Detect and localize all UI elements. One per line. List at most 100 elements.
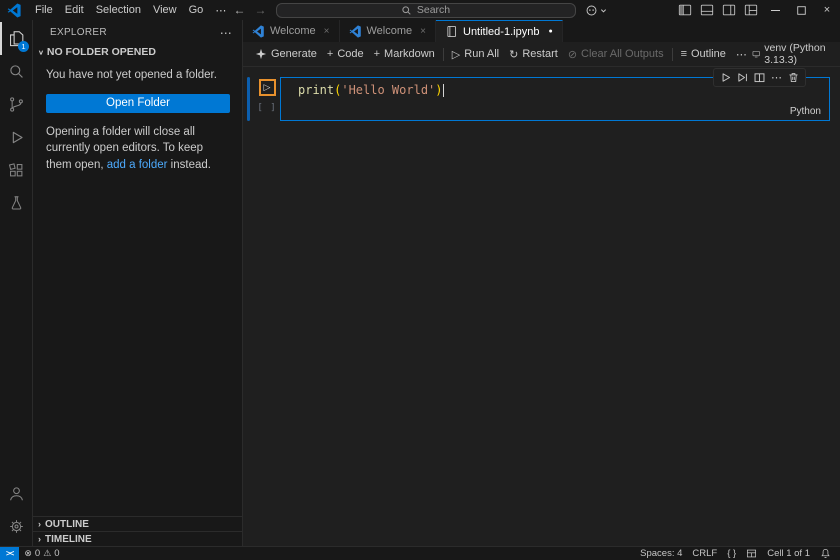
kernel-picker[interactable]: venv (Python 3.13.3) [752,42,832,66]
run-cell-button[interactable]: ▷ [258,79,276,96]
customize-layout-icon[interactable] [740,0,762,20]
gear-icon [9,520,23,533]
menu-file[interactable]: File [29,3,59,17]
menu-selection[interactable]: Selection [90,3,147,17]
toggle-secondary-sidebar-icon[interactable] [718,0,740,20]
run-below-icon[interactable] [736,71,749,84]
search-placeholder: Search [416,4,451,16]
titlebar-actions: × [674,0,840,20]
eol-indicator[interactable]: CRLF [687,548,722,559]
restart-label: Restart [522,48,558,60]
section-timeline[interactable]: › TIMELINE [33,531,242,546]
tab-untitled-notebook[interactable]: Untitled-1.ipynb ● [436,20,563,42]
section-outline[interactable]: › OUTLINE [33,516,242,531]
explorer-sidebar: EXPLORER ⋯ ∨ NO FOLDER OPENED You have n… [33,20,243,546]
source-control-icon [9,97,23,112]
remote-indicator[interactable]: >< [0,547,20,560]
outline-label: Outline [691,48,726,60]
navigate-forward-icon[interactable]: → [255,3,267,17]
copilot-button[interactable] [585,4,607,17]
tab-welcome-1[interactable]: Welcome × [243,20,340,42]
minimize-button[interactable] [762,0,788,20]
delete-cell-icon[interactable] [787,71,800,84]
activitybar-extensions[interactable] [0,154,32,187]
outline-list-icon: ≡ [680,48,687,60]
problems-indicator[interactable]: ⊗ 0 ⚠ 0 [19,548,64,559]
tab-welcome-2[interactable]: Welcome × [339,20,436,42]
activitybar-explorer[interactable]: 1 [0,22,32,55]
activitybar-account[interactable] [0,477,32,510]
copilot-icon [586,5,596,15]
menu-view[interactable]: View [147,3,183,17]
activitybar-search[interactable] [0,55,32,88]
more-actions-icon[interactable]: ⋯ [770,72,783,83]
account-icon [9,487,23,501]
main-area: 1 EXPLORER ⋯ ∨ NO FOLDER OPENED You have… [0,20,840,546]
open-folder-button[interactable]: Open Folder [46,93,230,113]
search-icon [402,5,411,15]
execution-count: [ ] [257,103,277,113]
cell-status-bar: Python [281,104,829,120]
generate-label: Generate [271,48,317,60]
maximize-button[interactable] [788,0,814,20]
cell-position-indicator[interactable]: Cell 1 of 1 [762,548,815,559]
add-code-cell-button[interactable]: + Code [322,44,369,64]
kernel-label: venv (Python 3.13.3) [764,42,826,66]
toolbar-more-actions[interactable]: ⋯ [731,44,752,64]
close-icon[interactable]: × [420,26,426,37]
toggle-panel-icon[interactable] [696,0,718,20]
code-label: Code [337,48,364,60]
activitybar-source-control[interactable] [0,88,32,121]
menu-edit[interactable]: Edit [59,3,90,17]
navigate-back-icon[interactable]: ← [234,3,246,17]
modified-dot-icon[interactable]: ● [548,28,552,35]
sidebar-body: You have not yet opened a folder. Open F… [33,65,242,174]
explorer-badge: 1 [18,41,29,52]
split-cell-icon[interactable] [753,71,766,84]
restart-kernel-button[interactable]: ↻ Restart [504,44,563,64]
braces-language-icon[interactable]: { } [722,548,741,559]
error-icon: ⊗ [24,548,32,558]
warning-count: 0 [54,548,60,559]
kernel-vm-icon [752,51,760,58]
close-button[interactable]: × [814,0,840,20]
run-cell-icon[interactable] [719,71,732,84]
activitybar-testing[interactable] [0,187,32,220]
clear-all-outputs-button[interactable]: ⊘ Clear All Outputs [563,44,669,64]
code-token-function: print [298,83,335,97]
activitybar-settings[interactable] [0,510,32,543]
extensions-icon [8,163,22,177]
tab-label: Welcome [366,25,413,37]
add-folder-link[interactable]: add a folder [107,159,168,171]
toggle-primary-sidebar-icon[interactable] [674,0,696,20]
maximize-icon [796,5,806,15]
close-icon[interactable]: × [324,26,330,37]
outline-button[interactable]: ≡ Outline [676,44,731,64]
indent-indicator[interactable]: Spaces: 4 [635,548,687,559]
section-no-folder-opened[interactable]: ∨ NO FOLDER OPENED [33,45,242,65]
code-token-close-paren: ) [435,83,443,97]
chevron-down-icon [600,8,606,12]
generate-button[interactable]: Generate [250,44,322,64]
cell-gutter: ▷ [ ] [254,77,280,121]
clear-outputs-icon: ⊘ [567,48,578,61]
menu-go[interactable]: Go [183,3,210,17]
run-all-button[interactable]: ▷ Run All [447,44,504,64]
notebook-layout-icon[interactable] [741,548,762,559]
cell-language-picker[interactable]: Python [790,106,821,117]
add-markdown-cell-button[interactable]: + Markdown [369,44,440,64]
timeline-section-title: TIMELINE [45,533,92,545]
command-center-search[interactable]: Search [275,2,576,18]
tab-label: Welcome [270,25,316,37]
activitybar-run-debug[interactable] [0,121,32,154]
empty-folder-message: You have not yet opened a folder. [46,69,217,81]
section-title: NO FOLDER OPENED [46,46,156,58]
activitybar-bottom [0,477,32,546]
menu-overflow[interactable]: ⋯ [209,3,232,18]
sidebar-more-actions-icon[interactable]: ⋯ [220,26,232,40]
notifications-bell-icon[interactable] [815,548,836,559]
plus-icon: + [373,48,381,60]
notebook-file-icon [447,26,457,37]
toolbar-separator [671,47,673,61]
